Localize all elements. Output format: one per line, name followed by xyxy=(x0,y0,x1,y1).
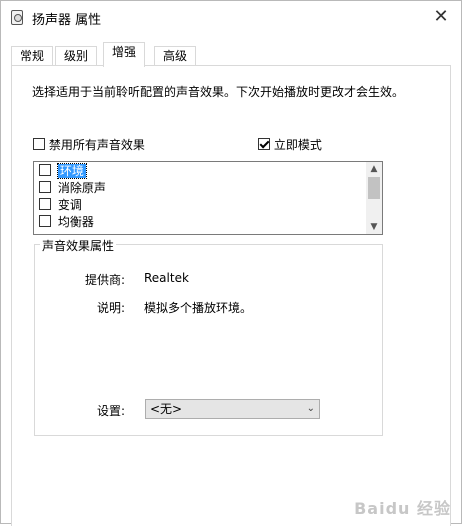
list-scrollbar[interactable]: ▲ ▼ xyxy=(366,162,382,234)
tab-enhancements[interactable]: 增强 xyxy=(103,42,146,67)
close-button[interactable]: ✕ xyxy=(421,1,461,33)
scroll-thumb[interactable] xyxy=(368,177,380,199)
window-title: 扬声器 属性 xyxy=(32,13,102,28)
settings-selected-value: <无> xyxy=(150,402,183,416)
group-title: 声音效果属性 xyxy=(40,237,117,254)
checkbox-box-checked[interactable] xyxy=(258,138,270,150)
list-item[interactable]: 环境 xyxy=(39,163,87,180)
effect-checkbox[interactable] xyxy=(39,181,51,193)
scroll-down-arrow-icon[interactable]: ▼ xyxy=(366,220,382,234)
baidu-watermark: Baidu 经验 xyxy=(354,499,451,518)
effect-checkbox[interactable] xyxy=(39,215,51,227)
list-item[interactable]: 均衡器 xyxy=(39,214,94,231)
provider-label: 提供商: xyxy=(84,273,125,287)
speaker-icon xyxy=(11,10,23,25)
tab-panel: 选择适用于当前聆听配置的声音效果。下次开始播放时更改才会生效。 禁用所有声音效果… xyxy=(11,65,451,526)
immediate-mode-checkbox[interactable]: 立即模式 xyxy=(258,138,322,152)
effect-label: 环境 xyxy=(56,163,87,179)
tab-bar: 常规 级别 增强 高级 xyxy=(11,42,451,67)
description-value: 模拟多个播放环境。 xyxy=(144,301,253,315)
tab-levels[interactable]: 级别 xyxy=(55,46,98,66)
provider-value: Realtek xyxy=(144,271,189,285)
description-label: 说明: xyxy=(96,301,125,315)
disable-all-label: 禁用所有声音效果 xyxy=(48,138,145,152)
properties-window: 扬声器 属性 ✕ 常规 级别 增强 高级 选择适用于当前聆听配置的声音效果。下次… xyxy=(0,0,462,526)
effects-list[interactable]: 环境 消除原声 变调 均衡器 ▲ ▼ xyxy=(33,161,383,235)
effect-properties-group: 声音效果属性 提供商: Realtek 说明: 模拟多个播放环境。 设置: <无… xyxy=(34,237,383,436)
chevron-down-icon: ⌄ xyxy=(306,403,315,414)
list-item[interactable]: 变调 xyxy=(39,197,82,214)
checkbox-box[interactable] xyxy=(33,138,45,150)
immediate-mode-label: 立即模式 xyxy=(273,138,322,152)
tab-advanced[interactable]: 高级 xyxy=(154,46,197,66)
effect-checkbox[interactable] xyxy=(39,198,51,210)
tab-general[interactable]: 常规 xyxy=(11,46,54,66)
effect-label: 均衡器 xyxy=(57,215,94,229)
settings-label: 设置: xyxy=(96,404,125,418)
title-bar: 扬声器 属性 ✕ xyxy=(1,1,461,33)
disable-all-checkbox[interactable]: 禁用所有声音效果 xyxy=(33,138,145,152)
list-item[interactable]: 消除原声 xyxy=(39,180,106,197)
effect-label: 消除原声 xyxy=(57,181,106,195)
settings-dropdown[interactable]: <无> ⌄ xyxy=(145,399,320,419)
effect-checkbox[interactable] xyxy=(39,164,51,176)
scroll-up-arrow-icon[interactable]: ▲ xyxy=(366,162,382,176)
enhancement-description: 选择适用于当前聆听配置的声音效果。下次开始播放时更改才会生效。 xyxy=(32,85,405,99)
effect-label: 变调 xyxy=(57,198,82,212)
